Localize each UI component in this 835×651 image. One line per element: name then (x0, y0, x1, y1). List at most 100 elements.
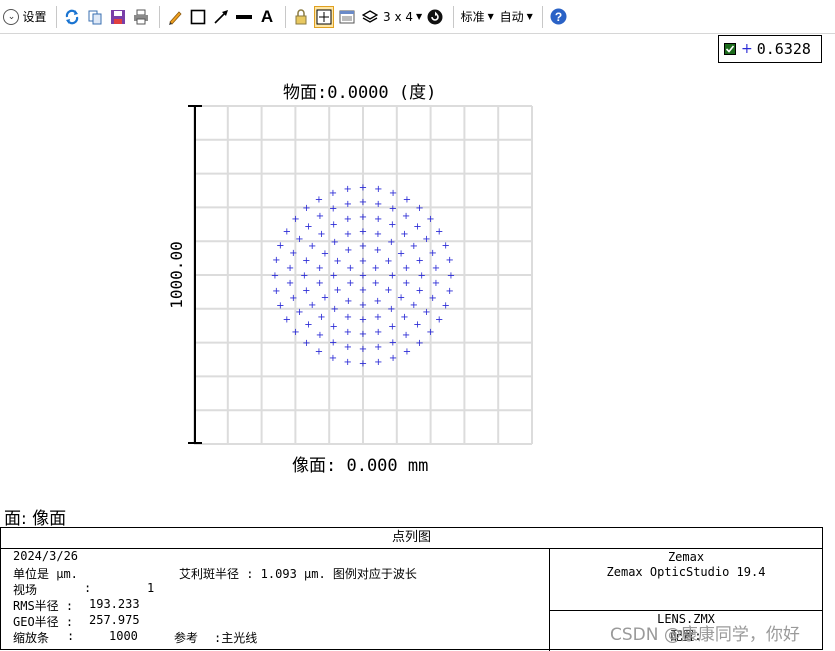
spot-marker: + (422, 234, 430, 245)
spot-marker: + (416, 255, 424, 266)
spot-marker: + (302, 255, 310, 266)
company-text: Zemax (667, 550, 705, 564)
spot-marker: + (304, 320, 312, 331)
printer-icon (134, 9, 148, 24)
dropdown-caret-icon: ▼ (416, 12, 423, 21)
spot-marker: + (330, 220, 338, 231)
geo-value: 257.975 (89, 613, 140, 627)
field-value: 1 (147, 581, 155, 595)
copy-button[interactable] (85, 6, 105, 28)
print-button[interactable] (131, 6, 151, 28)
date-text: 2024/3/26 (13, 549, 79, 563)
spot-marker: + (359, 315, 367, 326)
rectangle-button[interactable] (188, 6, 208, 28)
copy-icon (88, 10, 102, 24)
spot-marker: + (415, 338, 423, 349)
spot-marker: + (388, 321, 396, 332)
surface-label: 面: 像面 (4, 509, 67, 529)
spot-marker: + (295, 307, 303, 318)
spot-diagram: 1000.00 + + + + + + + + + + + + + + + + + + + + + + + + + + + + + + + +… (167, 105, 533, 445)
spot-marker: + (344, 312, 352, 323)
spot-marker: + (447, 271, 455, 282)
standard-dropdown[interactable]: 标准 ▼ (459, 6, 495, 28)
spot-marker: + (359, 271, 367, 282)
help-button[interactable]: ? (548, 6, 568, 28)
rotate-button[interactable] (425, 6, 445, 28)
rms-label: RMS半径 : (13, 599, 74, 613)
spot-marker: + (426, 327, 434, 338)
toolbar: ⌄ 设置 A 3 x 4 ▼ 标准 ▼ 自动 ▼ ? (0, 0, 835, 34)
spot-marker: + (397, 293, 405, 304)
window-button[interactable] (337, 6, 357, 28)
spot-marker: + (359, 197, 367, 208)
spot-marker: + (272, 255, 280, 266)
pencil-button[interactable] (165, 6, 185, 28)
dropdown-caret-icon: ▼ (487, 12, 494, 21)
spot-marker: + (372, 278, 380, 289)
spot-marker: + (359, 359, 367, 370)
watermark: CSDN @康康同学，你好 (610, 625, 800, 645)
spot-marker: + (317, 229, 325, 240)
layout-dropdown[interactable]: 3 x 4 ▼ (383, 6, 422, 28)
spot-marker: + (291, 327, 299, 338)
spot-marker: + (302, 286, 310, 297)
line-button[interactable] (234, 6, 254, 28)
settings-button[interactable]: ⌄ 设置 (2, 6, 48, 28)
pencil-icon (169, 10, 182, 25)
spot-marker: + (416, 286, 424, 297)
spot-marker: + (403, 347, 411, 358)
product-text: Zemax OpticStudio 19.4 (606, 565, 766, 579)
refresh-button[interactable] (62, 6, 82, 28)
arrow-icon (214, 9, 228, 24)
auto-dropdown[interactable]: 自动 ▼ (498, 6, 534, 28)
spot-marker: + (315, 194, 323, 205)
spot-marker: + (435, 227, 443, 238)
spot-marker: + (330, 271, 338, 282)
spot-marker: + (302, 338, 310, 349)
airy-text: 艾利斑半径 : 1.093 μm. 图例对应于波长 (179, 567, 417, 581)
spot-marker: + (346, 263, 354, 274)
spot-marker: + (302, 203, 310, 214)
save-icon (111, 9, 125, 24)
spot-marker: + (359, 183, 367, 194)
info-heading: 点列图 (1, 528, 822, 549)
checkbox-icon[interactable] (724, 43, 736, 55)
text-tool-button[interactable]: A (257, 6, 277, 28)
spot-marker: + (321, 249, 329, 260)
wavelength-value: 0.6328 (756, 40, 811, 58)
toolbar-divider (453, 5, 455, 28)
spot-marker: + (286, 278, 294, 289)
meta-divider (550, 610, 822, 611)
spot-marker: + (359, 285, 367, 296)
spot-marker: + (321, 293, 329, 304)
spot-marker: + (329, 204, 337, 215)
fit-window-button[interactable] (314, 5, 334, 28)
spot-marker: + (276, 240, 284, 251)
spot-marker: + (402, 278, 410, 289)
spot-marker: + (344, 199, 352, 210)
spot-marker: + (374, 357, 382, 368)
spot-marker: + (300, 271, 308, 282)
save-button[interactable] (108, 6, 128, 28)
spot-marker: + (329, 188, 337, 199)
spot-marker: + (316, 330, 324, 341)
scale-value: 1000 (109, 629, 138, 643)
lock-button[interactable] (291, 6, 311, 28)
spot-marker: + (374, 342, 382, 353)
layers-button[interactable] (360, 6, 380, 28)
spot-marker: + (295, 234, 303, 245)
arrow-button[interactable] (211, 6, 231, 28)
toolbar-divider (56, 5, 57, 28)
spot-marker: + (333, 256, 341, 267)
info-details: 2024/3/26 单位是 μm. 艾利斑半径 : 1.093 μm. 图例对应… (1, 548, 550, 651)
legend-marker-icon: + (741, 41, 753, 57)
spot-marker: + (359, 300, 367, 311)
spot-marker: + (442, 301, 450, 312)
spot-marker: + (410, 300, 418, 311)
spot-marker: + (402, 211, 410, 222)
line-icon (236, 14, 252, 19)
spot-marker: + (289, 293, 297, 304)
spot-marker: + (330, 321, 338, 332)
spot-marker: + (402, 330, 410, 341)
rectangle-icon (190, 9, 206, 24)
